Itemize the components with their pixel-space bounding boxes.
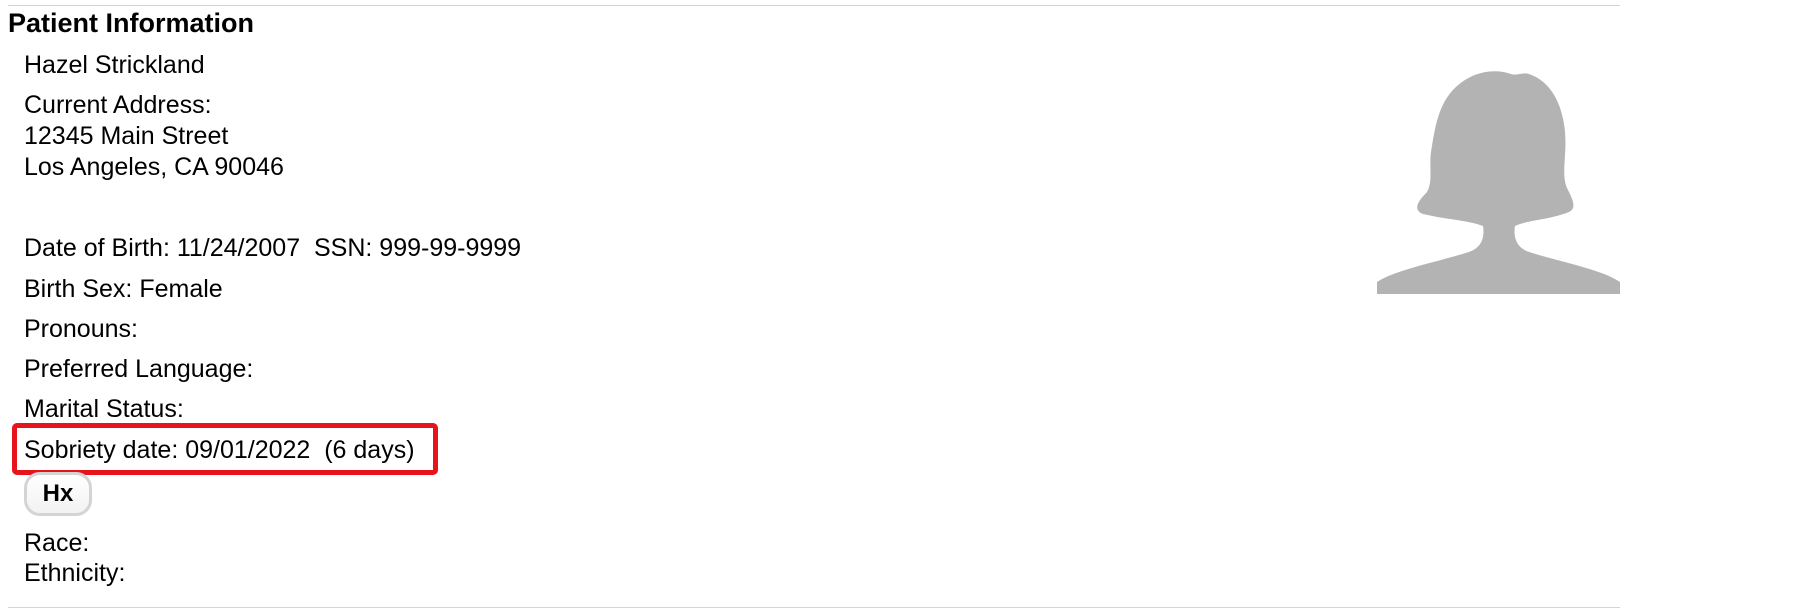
pronouns: Pronouns: bbox=[24, 315, 138, 343]
sobriety-date: Sobriety date: 09/01/2022 (6 days) bbox=[24, 436, 415, 464]
marital-status: Marital Status: bbox=[24, 395, 184, 423]
address-line-1: 12345 Main Street bbox=[24, 122, 229, 150]
address-line-2: Los Angeles, CA 90046 bbox=[24, 153, 284, 181]
female-avatar-icon bbox=[1377, 71, 1620, 294]
history-button[interactable]: Hx bbox=[24, 472, 92, 516]
patient-info-panel: Patient Information Hazel Strickland Cur… bbox=[0, 0, 1814, 608]
birth-sex: Birth Sex: Female bbox=[24, 275, 223, 303]
patient-name: Hazel Strickland bbox=[24, 51, 205, 79]
preferred-language: Preferred Language: bbox=[24, 355, 254, 383]
section-title: Patient Information bbox=[8, 8, 255, 38]
dob-ssn-line: Date of Birth: 11/24/2007 SSN: 999-99-99… bbox=[24, 234, 522, 262]
ethnicity: Ethnicity: bbox=[24, 559, 126, 587]
race: Race: bbox=[24, 529, 90, 557]
address-label: Current Address: bbox=[24, 91, 212, 119]
